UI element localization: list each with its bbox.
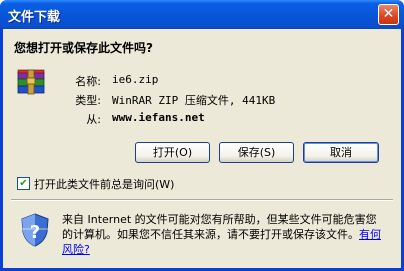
title-bar[interactable]: 文件下载 ✕: [0, 0, 404, 29]
field-from-label: 从:: [86, 113, 101, 126]
security-warning-text: 来自 Internet 的文件可能对您有所帮助，但某些文件可能危害您的计算机。如…: [62, 213, 377, 241]
field-from-value: www.iefans.net: [112, 111, 205, 124]
dialog-body: 您想打开或保存此文件吗? 名称: ie6.zip 类型: WinRAR ZIP …: [3, 29, 401, 268]
close-button[interactable]: ✕: [378, 4, 399, 25]
cancel-button[interactable]: 取消: [303, 142, 379, 163]
dialog-question: 您想打开或保存此文件吗?: [14, 41, 153, 55]
winrar-archive-icon: [17, 69, 45, 95]
close-icon: ✕: [382, 6, 395, 22]
field-type-label: 类型:: [75, 94, 101, 107]
save-button[interactable]: 保存(S): [219, 142, 294, 163]
divider: [11, 199, 393, 201]
field-name-value: ie6.zip: [112, 73, 159, 86]
file-download-dialog: 文件下载 ✕ 您想打开或保存此文件吗? 名称: ie6.zip 类型: WinR…: [0, 0, 404, 271]
field-name-label: 名称:: [75, 75, 101, 88]
security-shield-icon: ?: [21, 213, 49, 247]
security-warning: 来自 Internet 的文件可能对您有所帮助，但某些文件可能危害您的计算机。如…: [62, 212, 382, 257]
open-button[interactable]: 打开(O): [135, 142, 210, 163]
window-title: 文件下载: [8, 10, 61, 25]
field-type-value: WinRAR ZIP 压缩文件, 441KB: [112, 94, 276, 107]
svg-text:?: ?: [30, 222, 40, 243]
always-ask-label[interactable]: 打开此类文件前总是询问(W): [34, 176, 174, 192]
always-ask-checkbox[interactable]: ✔: [17, 177, 30, 190]
